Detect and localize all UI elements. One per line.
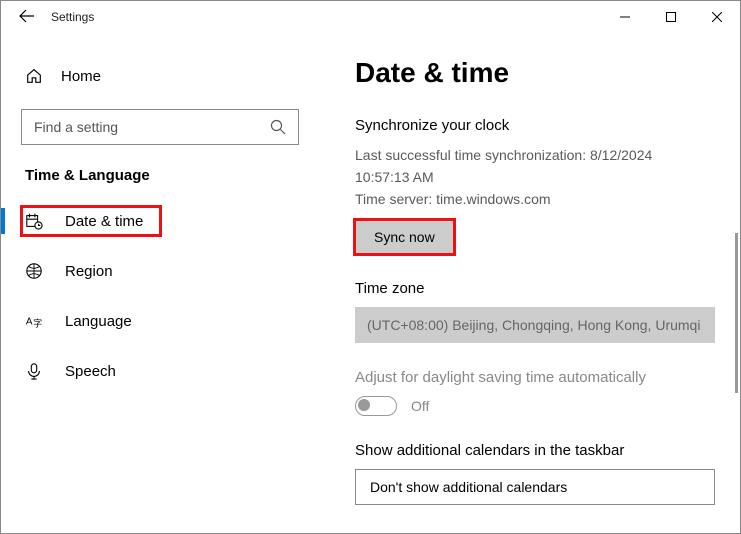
arrow-left-icon <box>19 8 35 24</box>
timezone-label: Time zone <box>355 280 740 297</box>
main-pane: Date & time Synchronize your clock Last … <box>337 33 740 533</box>
svg-text:字: 字 <box>33 317 42 328</box>
calendars-section: Show additional calendars in the taskbar… <box>355 442 740 505</box>
window-controls <box>602 1 740 33</box>
body: Home Time & Language Date & time Region … <box>1 33 740 533</box>
nav-label: Date & time <box>65 213 143 230</box>
last-sync-time: 10:57:13 AM <box>355 166 740 188</box>
dst-section: Adjust for daylight saving time automati… <box>355 369 740 416</box>
close-button[interactable] <box>694 1 740 33</box>
sidebar: Home Time & Language Date & time Region … <box>1 33 337 533</box>
calendars-label: Show additional calendars in the taskbar <box>355 442 740 459</box>
nav-label: Speech <box>65 363 116 380</box>
nav-item-date-time[interactable]: Date & time <box>21 206 161 236</box>
calendar-clock-icon <box>25 212 43 230</box>
dst-state: Off <box>411 398 429 414</box>
search-input[interactable] <box>34 119 270 135</box>
dst-label: Adjust for daylight saving time automati… <box>355 369 740 386</box>
dst-toggle[interactable] <box>355 396 397 416</box>
close-icon <box>712 12 722 22</box>
search-icon <box>270 119 286 135</box>
sync-now-button[interactable]: Sync now <box>355 220 454 254</box>
maximize-button[interactable] <box>648 1 694 33</box>
minimize-icon <box>620 12 630 22</box>
category-heading: Time & Language <box>21 167 317 184</box>
titlebar-left: Settings <box>1 8 94 27</box>
sync-label: Synchronize your clock <box>355 117 740 134</box>
calendars-value: Don't show additional calendars <box>370 479 567 495</box>
nav-item-region[interactable]: Region <box>21 256 317 286</box>
nav-label: Region <box>65 263 113 280</box>
timezone-value: (UTC+08:00) Beijing, Chongqing, Hong Kon… <box>367 317 700 333</box>
time-server: Time server: time.windows.com <box>355 188 740 210</box>
nav-item-speech[interactable]: Speech <box>21 356 317 386</box>
calendars-select[interactable]: Don't show additional calendars <box>355 469 715 505</box>
minimize-button[interactable] <box>602 1 648 33</box>
nav-list: Date & time Region A字 Language Speech <box>21 206 317 386</box>
globe-icon <box>25 262 43 280</box>
timezone-section: Time zone (UTC+08:00) Beijing, Chongqing… <box>355 280 740 343</box>
maximize-icon <box>666 12 676 22</box>
last-sync-date: Last successful time synchronization: 8/… <box>355 144 740 166</box>
home-button[interactable]: Home <box>21 61 317 91</box>
nav-item-language[interactable]: A字 Language <box>21 306 317 336</box>
window-title: Settings <box>51 10 94 24</box>
timezone-select[interactable]: (UTC+08:00) Beijing, Chongqing, Hong Kon… <box>355 307 715 343</box>
page-heading: Date & time <box>355 57 740 89</box>
settings-window: Settings Home Time & Language <box>0 0 741 534</box>
dst-toggle-row: Off <box>355 396 740 416</box>
language-icon: A字 <box>25 312 43 330</box>
titlebar: Settings <box>1 1 740 33</box>
nav-label: Language <box>65 313 132 330</box>
home-label: Home <box>61 68 101 85</box>
back-button[interactable] <box>19 8 35 27</box>
scrollbar[interactable] <box>735 233 738 393</box>
search-box[interactable] <box>21 109 299 145</box>
svg-text:A: A <box>26 317 33 328</box>
home-icon <box>25 67 43 85</box>
sync-section: Synchronize your clock Last successful t… <box>355 117 740 254</box>
microphone-icon <box>25 362 43 380</box>
